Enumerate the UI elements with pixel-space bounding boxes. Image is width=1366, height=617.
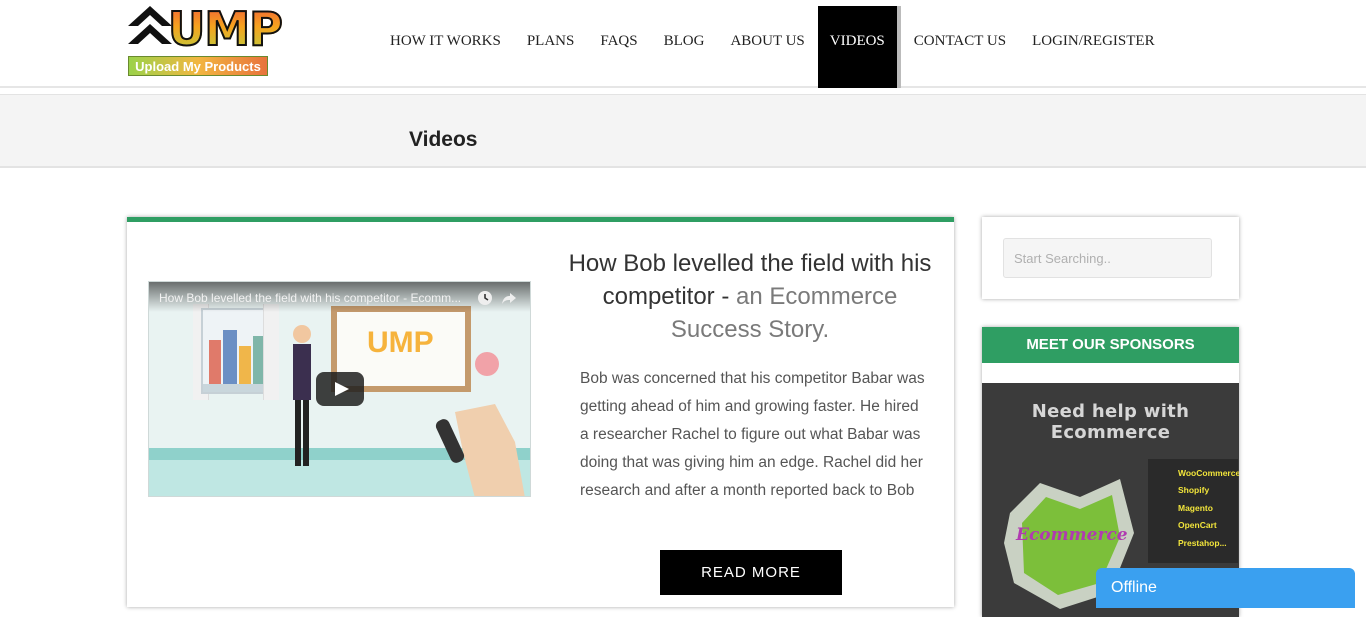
sidebar-search-widget (982, 217, 1239, 299)
share-icon[interactable] (501, 290, 517, 306)
platform-item: WooCommerce (1178, 468, 1239, 478)
video-player[interactable]: UMP How Bob levelled the field with his … (148, 281, 531, 497)
page-title: Videos (409, 128, 478, 151)
play-icon[interactable] (316, 372, 364, 406)
read-more-button[interactable]: READ MORE (660, 550, 842, 595)
cartoon-man-icon (293, 325, 311, 466)
chat-status-tab[interactable]: Offline (1096, 568, 1355, 608)
sponsors-title: MEET OUR SPONSORS (982, 327, 1239, 363)
search-input[interactable] (1003, 238, 1212, 278)
nav-login-register[interactable]: LOGIN/REGISTER (1019, 6, 1168, 88)
platform-item: Magento (1178, 502, 1213, 513)
site-logo[interactable]: UMP Upload My Products (128, 1, 284, 76)
platform-item: OpenCart (1178, 520, 1217, 531)
platform-item: Shopify (1178, 485, 1210, 496)
platform-item: Prestahop... (1178, 537, 1227, 548)
platform-list: WooCommerce Shopify Magento OpenCart Pre… (1148, 459, 1239, 563)
nav-plans[interactable]: PLANS (514, 6, 588, 88)
page-title-band: Videos (0, 94, 1366, 168)
nav-how-it-works[interactable]: HOW IT WORKS (377, 6, 514, 88)
post-excerpt: Bob was concerned that his competitor Ba… (580, 370, 925, 499)
nav-blog[interactable]: BLOG (651, 6, 718, 88)
city-skyline-icon (203, 330, 269, 392)
video-post-card: UMP How Bob levelled the field with his … (127, 217, 954, 607)
video-scene-window (201, 308, 271, 394)
double-chevron-logo-icon (128, 6, 172, 44)
video-title[interactable]: How Bob levelled the field with his comp… (159, 291, 469, 305)
logo-wordmark: UMP (167, 1, 284, 57)
nav-videos[interactable]: VIDEOS (817, 6, 901, 88)
nav-about-us[interactable]: ABOUT US (717, 6, 817, 88)
banner-title: Need help with Ecommerce (1031, 401, 1190, 443)
nav-faqs[interactable]: FAQS (587, 6, 650, 88)
watch-later-icon[interactable] (477, 290, 493, 306)
banner-word: Ecommerce (1016, 525, 1128, 545)
main-nav: HOW IT WORKS PLANS FAQS BLOG ABOUT US VI… (377, 6, 1168, 88)
logo-tagline: Upload My Products (128, 56, 268, 76)
nav-contact-us[interactable]: CONTACT US (901, 6, 1019, 88)
whiteboard-text: UMP (367, 326, 434, 359)
video-scene-curtain (263, 304, 279, 400)
drawing-hand-icon (435, 352, 525, 496)
site-header: UMP Upload My Products HOW IT WORKS PLAN… (0, 0, 1366, 88)
post-heading[interactable]: How Bob levelled the field with his comp… (564, 247, 936, 346)
